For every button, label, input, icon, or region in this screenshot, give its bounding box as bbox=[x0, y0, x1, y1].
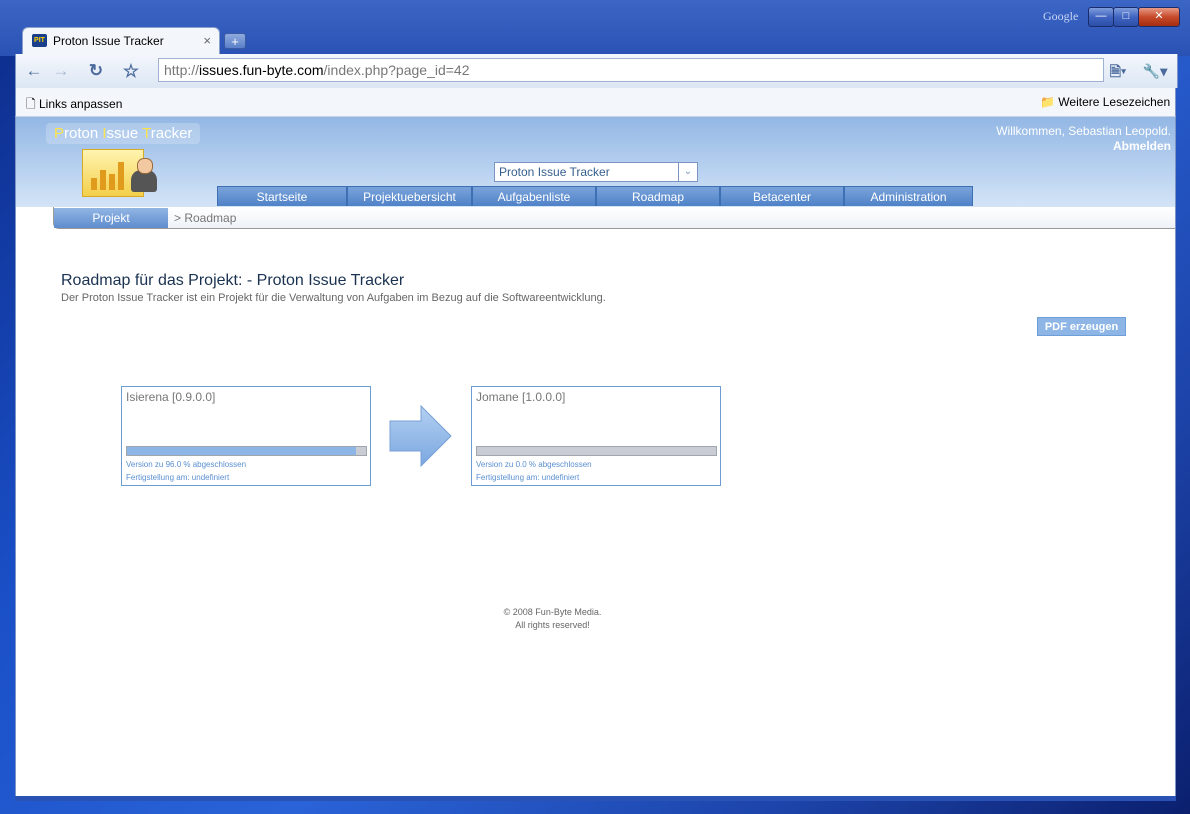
project-select-value: Proton Issue Tracker bbox=[499, 165, 610, 179]
logo-letter: T bbox=[142, 125, 151, 142]
version-progress-bar bbox=[476, 446, 717, 456]
reload-button[interactable]: ↻ bbox=[84, 59, 108, 83]
nav-roadmap[interactable]: Roadmap bbox=[596, 186, 720, 206]
arrow-right-icon bbox=[389, 404, 453, 468]
bookmark-star-icon[interactable]: ☆ bbox=[119, 59, 143, 83]
logo-letter: racker bbox=[150, 125, 193, 142]
other-bookmarks[interactable]: 📁 Weitere Lesezeichen bbox=[1040, 95, 1170, 109]
app-logo-chart-icon bbox=[82, 149, 157, 197]
version-finish-date: Fertigstellung am: undefiniert bbox=[126, 473, 230, 482]
app-header: Proton Issue Tracker Willkommen, Sebasti… bbox=[16, 117, 1175, 207]
nav-administration[interactable]: Administration bbox=[844, 186, 973, 206]
page-menu-icon[interactable]: 🗎▾ bbox=[1106, 59, 1130, 83]
nav-aufgabenliste[interactable]: Aufgabenliste bbox=[472, 186, 596, 206]
tab-title: Proton Issue Tracker bbox=[53, 34, 164, 48]
forward-button[interactable]: → bbox=[49, 59, 73, 83]
version-card[interactable]: Isierena [0.9.0.0] Version zu 96.0 % abg… bbox=[121, 386, 371, 486]
other-bookmarks-label: Weitere Lesezeichen bbox=[1058, 95, 1171, 109]
minimize-button[interactable]: — bbox=[1088, 7, 1114, 27]
page-title: Roadmap für das Projekt: - Proton Issue … bbox=[61, 272, 405, 289]
close-window-button[interactable]: ✕ bbox=[1138, 7, 1180, 27]
address-bar[interactable]: http://issues.fun-byte.com/index.php?pag… bbox=[158, 58, 1104, 82]
browser-tab[interactable]: PIT Proton Issue Tracker × bbox=[22, 27, 220, 54]
back-button[interactable]: ← bbox=[22, 59, 46, 83]
logo-letter: roton bbox=[64, 125, 103, 142]
nav-betacenter[interactable]: Betacenter bbox=[720, 186, 844, 206]
page-description: Der Proton Issue Tracker ist ein Projekt… bbox=[61, 292, 606, 304]
footer-rights: All rights reserved! bbox=[515, 620, 590, 630]
version-finish-date: Fertigstellung am: undefiniert bbox=[476, 473, 580, 482]
version-progress-fill bbox=[127, 447, 357, 455]
version-progress-bar bbox=[126, 446, 367, 456]
browser-toolbar: ← → ↻ ☆ http://issues.fun-byte.com/index… bbox=[15, 54, 1178, 88]
project-select[interactable]: Proton Issue Tracker ⌄ bbox=[494, 162, 698, 182]
welcome-block: Willkommen, Sebastian Leopold. Abmelden bbox=[996, 124, 1171, 154]
footer-copyright: © 2008 Fun-Byte Media. bbox=[503, 607, 602, 617]
app-logo-text[interactable]: Proton Issue Tracker bbox=[46, 123, 201, 144]
version-card[interactable]: Jomane [1.0.0.0] Version zu 0.0 % abgesc… bbox=[471, 386, 721, 486]
nav-projektuebersicht[interactable]: Projektuebersicht bbox=[347, 186, 472, 206]
bookmarks-bar: 🗋 Links anpassen 📁 Weitere Lesezeichen bbox=[15, 88, 1176, 117]
folder-icon: 📁 bbox=[1040, 95, 1055, 109]
page-viewport: Proton Issue Tracker Willkommen, Sebasti… bbox=[15, 117, 1176, 796]
maximize-button[interactable]: □ bbox=[1113, 7, 1139, 27]
new-tab-button[interactable]: + bbox=[224, 33, 246, 49]
version-status: Version zu 96.0 % abgeschlossen bbox=[126, 460, 247, 469]
window-bottom-edge bbox=[15, 796, 1176, 801]
nav-startseite[interactable]: Startseite bbox=[217, 186, 347, 206]
version-status: Version zu 0.0 % abgeschlossen bbox=[476, 460, 592, 469]
breadcrumb: > Roadmap bbox=[174, 211, 237, 225]
subnav-project-tab[interactable]: Projekt bbox=[54, 208, 168, 228]
version-name: Isierena [0.9.0.0] bbox=[126, 390, 216, 404]
page-footer: © 2008 Fun-Byte Media. All rights reserv… bbox=[16, 606, 1089, 632]
logo-letter: P bbox=[54, 125, 65, 142]
url-path: /index.php?page_id=42 bbox=[323, 62, 470, 78]
favicon-icon: PIT bbox=[32, 34, 47, 47]
chevron-down-icon[interactable]: ⌄ bbox=[678, 163, 697, 181]
bookmark-customize[interactable]: 🗋 Links anpassen bbox=[26, 95, 122, 116]
version-name: Jomane [1.0.0.0] bbox=[476, 390, 566, 404]
logo-letter: ssue bbox=[106, 125, 143, 142]
sub-navigation: Projekt > Roadmap bbox=[53, 207, 1175, 229]
url-domain: issues.fun-byte.com bbox=[199, 62, 324, 78]
bookmark-customize-label: Links anpassen bbox=[39, 97, 123, 111]
welcome-text: Willkommen, Sebastian Leopold. bbox=[996, 124, 1171, 138]
window-titlebar: Google — □ ✕ PIT Proton Issue Tracker × … bbox=[0, 0, 1190, 56]
url-prefix: http:// bbox=[164, 62, 200, 78]
logout-link[interactable]: Abmelden bbox=[996, 139, 1171, 154]
wrench-menu-icon[interactable]: 🔧▾ bbox=[1140, 59, 1170, 83]
pdf-export-button[interactable]: PDF erzeugen bbox=[1037, 317, 1126, 336]
page-icon: 🗋 bbox=[26, 97, 36, 111]
browser-window: Google — □ ✕ PIT Proton Issue Tracker × … bbox=[0, 0, 1190, 814]
google-label: Google bbox=[1043, 9, 1079, 23]
tab-close-icon[interactable]: × bbox=[203, 33, 211, 48]
